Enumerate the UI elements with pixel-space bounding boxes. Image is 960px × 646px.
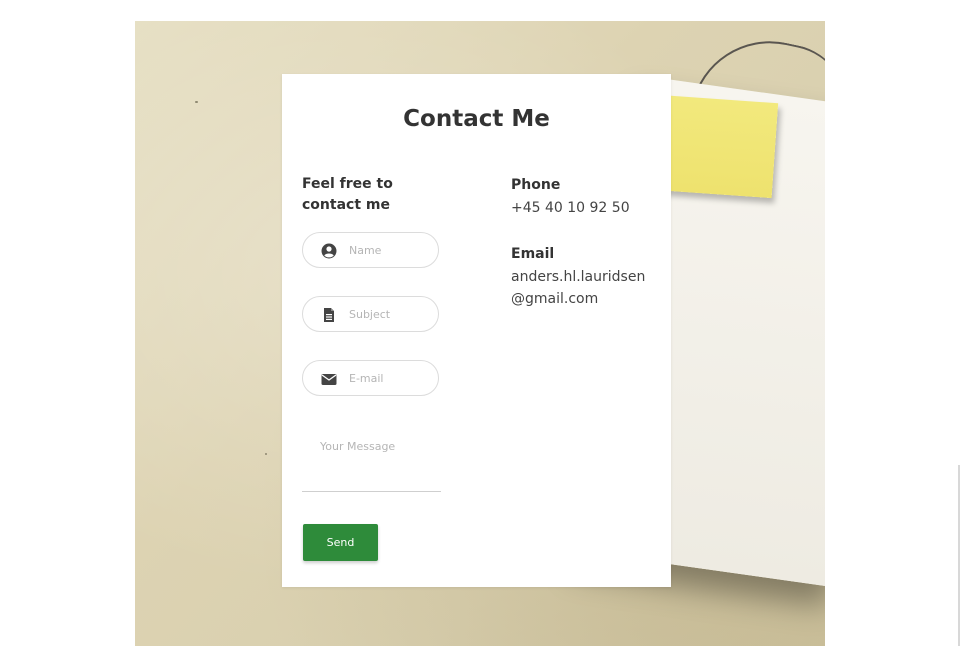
subject-field[interactable] (302, 296, 439, 332)
user-circle-icon (321, 243, 337, 259)
paper-speck (265, 453, 267, 455)
message-textarea[interactable] (302, 432, 441, 492)
file-text-icon (321, 307, 337, 323)
name-field[interactable] (302, 232, 439, 268)
send-button[interactable]: Send (303, 524, 378, 561)
email-label: Email (511, 246, 555, 262)
email-input[interactable] (349, 369, 429, 387)
subject-input[interactable] (349, 305, 429, 323)
email-value: anders.hl.lauridsen@gmail.com (511, 269, 646, 307)
name-input[interactable] (349, 241, 429, 259)
envelope-icon (321, 371, 337, 387)
page-title: Contact Me (403, 106, 550, 132)
email-field[interactable] (302, 360, 439, 396)
form-subtitle: Feel free to contact me (302, 176, 393, 213)
phone-value: +45 40 10 92 50 (511, 200, 630, 216)
paper-speck (195, 101, 198, 103)
contact-card: Contact Me Feel free to contact me Name … (282, 74, 671, 587)
phone-label: Phone (511, 177, 561, 193)
